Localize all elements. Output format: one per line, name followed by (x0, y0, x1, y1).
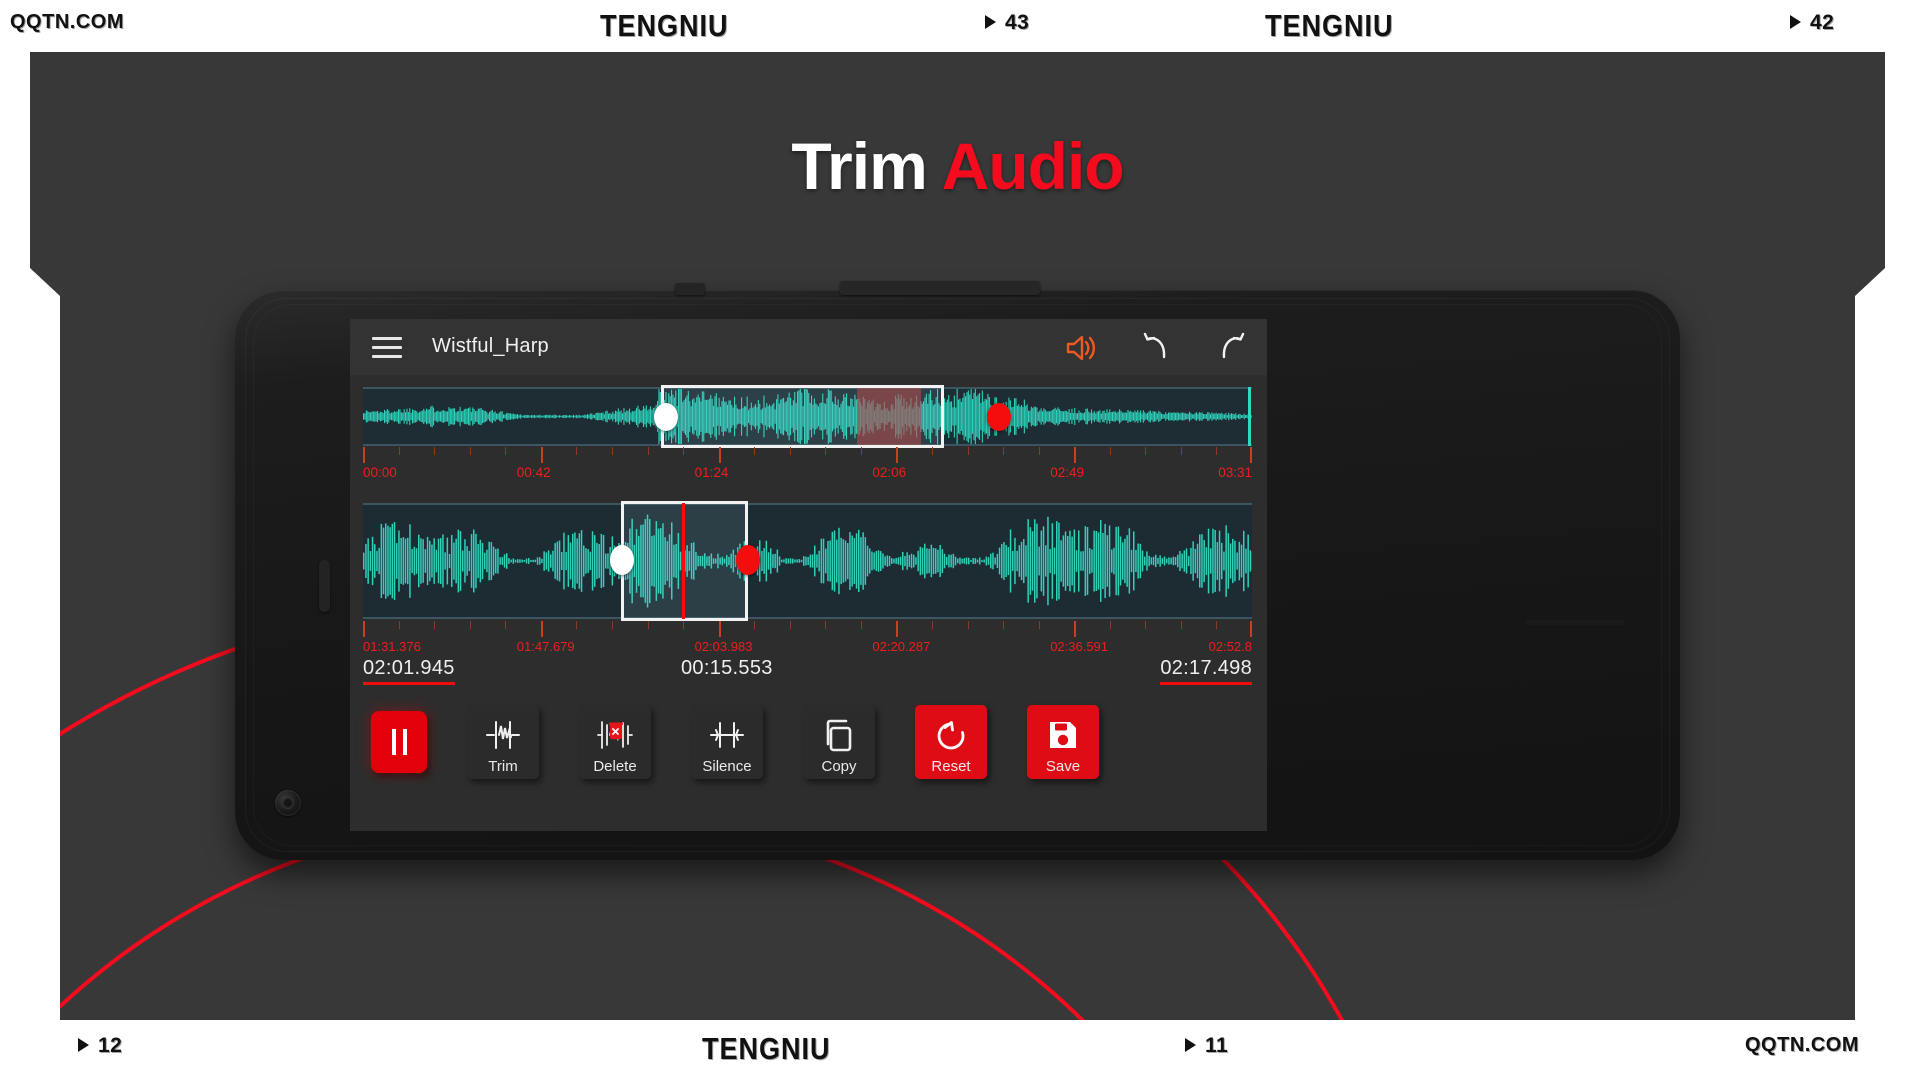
ruler-tick-label: 02:52.8 (1208, 639, 1252, 654)
pause-button[interactable] (371, 711, 427, 773)
top-watermark-bar: QQTN.COM TENGNIU 43 TENGNIU 42 (0, 0, 1919, 52)
watermark-brand-3: TENGNIU (1265, 9, 1394, 43)
trim-waveform-icon (483, 705, 523, 759)
promo-stage-panel: Trim Audio Wistful_Harp 00:00 00:42 01:2… (30, 50, 1885, 1030)
delete-waveform-icon (594, 705, 636, 759)
copy-icon (821, 705, 857, 759)
save-disk-icon (1047, 705, 1079, 759)
ruler-tick-label: 01:47.679 (516, 639, 575, 654)
watermark-site-3: QQTN.COM (1745, 1034, 1859, 1056)
trim-button-label: Trim (488, 758, 518, 775)
app-bar: Wistful_Harp (350, 319, 1267, 375)
waveform-zoom-top-rule (363, 503, 1252, 505)
silence-button-label: Silence (702, 758, 752, 775)
editor-toolbar: Trim Delete Silence Copy Reset Save (363, 701, 1252, 793)
waveform-zoom-bottom-rule (363, 617, 1252, 619)
selection-start-handle-zoom[interactable] (610, 545, 634, 575)
undo-icon[interactable] (1137, 329, 1175, 367)
silence-button[interactable]: Silence (691, 705, 763, 779)
time-readouts: 02:01.945 00:15.553 02:17.498 (363, 657, 1252, 687)
waveform-zoom-canvas (363, 514, 1252, 608)
ruler-tick-label: 02:03.983 (694, 639, 753, 654)
copy-button-label: Copy (821, 758, 857, 775)
redo-icon[interactable] (1213, 329, 1251, 367)
page-title-primary: Trim (791, 129, 942, 203)
selection-end-handle-zoom[interactable] (736, 545, 760, 575)
reset-button[interactable]: Reset (915, 705, 987, 779)
bottom-watermark-bar: 12 TENGNIU 11 QQTN.COM (0, 1020, 1919, 1080)
power-button[interactable] (675, 283, 705, 295)
play-triangle-icon (1185, 1038, 1196, 1052)
watermark-num-0: 12 (78, 1034, 122, 1058)
phone-mockup: Wistful_Harp 00:00 00:42 01:24 02:06 02:… (235, 281, 1680, 860)
play-triangle-icon (1790, 15, 1801, 29)
save-button[interactable]: Save (1027, 705, 1099, 779)
watermark-number: 43 (1005, 11, 1030, 34)
app-bar-actions (1061, 329, 1251, 367)
app-screen: Wistful_Harp 00:00 00:42 01:24 02:06 02:… (350, 319, 1267, 831)
volume-icon[interactable] (1061, 329, 1099, 367)
watermark-num-2: 11 (1185, 1034, 1228, 1058)
ruler-tick-label: 02:36.591 (1050, 639, 1109, 654)
selection-duration-time: 00:15.553 (681, 657, 773, 679)
watermark-number: 42 (1810, 11, 1835, 34)
waveform-zoom[interactable] (363, 503, 1252, 619)
ruler-tick-label: 02:06 (872, 465, 907, 480)
page-title: Trim Audio (30, 128, 1885, 204)
hamburger-icon[interactable] (372, 337, 402, 358)
reset-button-label: Reset (931, 758, 971, 775)
end-marker-overview (1248, 387, 1251, 446)
ruler-tick-label: 02:20.287 (872, 639, 931, 654)
ruler-overview (363, 447, 1252, 465)
watermark-brand-1: TENGNIU (702, 1032, 831, 1066)
ruler-tick-label: 00:00 (363, 465, 397, 480)
ruler-tick-label: 00:42 (516, 465, 551, 480)
page-title-accent: Audio (941, 129, 1125, 203)
ruler-tick-label: 01:24 (694, 465, 729, 480)
audio-file-title: Wistful_Harp (432, 335, 549, 357)
ruler-labels-zoom: 01:31.376 01:47.679 02:03.983 02:20.287 02:3… (363, 639, 1252, 656)
pause-icon (391, 729, 407, 755)
playhead-zoom[interactable] (682, 503, 685, 619)
selection-start-time[interactable]: 02:01.945 (363, 657, 455, 685)
ruler-tick-label: 01:31.376 (363, 639, 421, 654)
watermark-brand-1: TENGNIU (600, 9, 729, 43)
ruler-tick-label: 03:31 (1218, 465, 1252, 480)
ruler-tick-label: 02:49 (1050, 465, 1084, 480)
copy-button[interactable]: Copy (803, 705, 875, 779)
selection-box-overview[interactable] (661, 385, 944, 448)
ruler-labels-overview: 00:00 00:42 01:24 02:06 02:49 03:31 (363, 465, 1252, 482)
selection-end-time[interactable]: 02:17.498 (1160, 657, 1252, 685)
watermark-site-0: QQTN.COM (10, 11, 124, 33)
watermark-num-2: 43 (985, 11, 1029, 35)
watermark-num-4: 42 (1790, 11, 1834, 35)
side-button[interactable] (319, 560, 330, 612)
selection-start-handle-overview[interactable] (654, 403, 678, 431)
ruler-zoom (363, 621, 1252, 639)
play-triangle-icon (985, 15, 996, 29)
save-button-label: Save (1045, 758, 1081, 775)
watermark-number: 12 (98, 1034, 123, 1057)
play-triangle-icon (78, 1038, 89, 1052)
front-camera (275, 790, 301, 816)
silence-waveform-icon (707, 705, 747, 759)
trim-button[interactable]: Trim (467, 705, 539, 779)
watermark-number: 11 (1205, 1034, 1229, 1057)
delete-button-label: Delete (593, 758, 637, 775)
selection-end-handle-overview[interactable] (987, 403, 1011, 431)
earpiece-speaker (1525, 620, 1625, 625)
reset-icon (933, 705, 969, 759)
volume-rocker[interactable] (840, 281, 1040, 295)
delete-button[interactable]: Delete (579, 705, 651, 779)
